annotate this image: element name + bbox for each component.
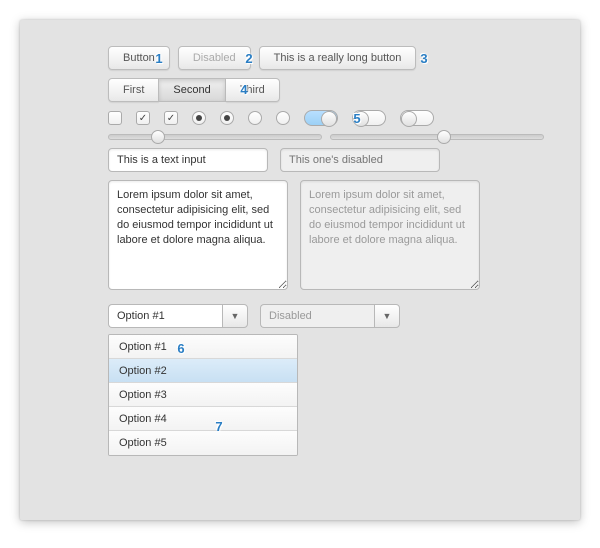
checkbox-checked-2[interactable]: ✓: [164, 111, 178, 125]
checkbox-checked-1[interactable]: ✓: [136, 111, 150, 125]
text-input-row: [108, 148, 544, 172]
ui-panel: Button Disabled This is a really long bu…: [20, 20, 580, 520]
select[interactable]: Option #1 ▼: [108, 304, 248, 328]
list-item[interactable]: Option #2: [109, 359, 297, 383]
select-disabled: Disabled ▼: [260, 304, 400, 328]
chevron-down-icon: ▼: [374, 304, 400, 328]
select-value: Option #1: [108, 304, 222, 328]
toggle-off-2[interactable]: [400, 110, 434, 126]
sliders-row: [108, 134, 544, 140]
button-long[interactable]: This is a really long button: [259, 46, 417, 70]
seg-third[interactable]: Third: [226, 78, 280, 102]
select-disabled-value: Disabled: [260, 304, 374, 328]
textarea-row: Lorem ipsum dolor sit amet, consectetur …: [108, 180, 544, 290]
slider-1[interactable]: [108, 134, 322, 140]
slider-knob[interactable]: [437, 130, 451, 144]
button-disabled: Disabled: [178, 46, 251, 70]
list-item[interactable]: Option #4: [109, 407, 297, 431]
controls-row: ✓ ✓: [108, 110, 544, 126]
seg-second[interactable]: Second: [159, 78, 225, 102]
checkbox-unchecked[interactable]: [108, 111, 122, 125]
radio-unchecked-1[interactable]: [248, 111, 262, 125]
chevron-down-icon[interactable]: ▼: [222, 304, 248, 328]
textarea-disabled: Lorem ipsum dolor sit amet, consectetur …: [300, 180, 480, 290]
seg-first[interactable]: First: [108, 78, 159, 102]
slider-knob[interactable]: [151, 130, 165, 144]
toggle-on[interactable]: [304, 110, 338, 126]
toggle-off-1[interactable]: [352, 110, 386, 126]
list-item[interactable]: Option #3: [109, 383, 297, 407]
segmented-control[interactable]: First Second Third: [108, 78, 280, 102]
radio-checked-1[interactable]: [192, 111, 206, 125]
radio-unchecked-2[interactable]: [276, 111, 290, 125]
radio-checked-2[interactable]: [220, 111, 234, 125]
button-row: Button Disabled This is a really long bu…: [108, 46, 544, 70]
select-row: Option #1 ▼ Disabled ▼: [108, 304, 544, 328]
listbox[interactable]: Option #1Option #2Option #3Option #4Opti…: [108, 334, 298, 456]
list-item[interactable]: Option #1: [109, 335, 297, 359]
text-input[interactable]: [108, 148, 268, 172]
segmented-row: First Second Third: [108, 78, 544, 102]
text-input-disabled: [280, 148, 440, 172]
list-item[interactable]: Option #5: [109, 431, 297, 455]
textarea[interactable]: Lorem ipsum dolor sit amet, consectetur …: [108, 180, 288, 290]
button-default[interactable]: Button: [108, 46, 170, 70]
slider-2[interactable]: [330, 134, 544, 140]
